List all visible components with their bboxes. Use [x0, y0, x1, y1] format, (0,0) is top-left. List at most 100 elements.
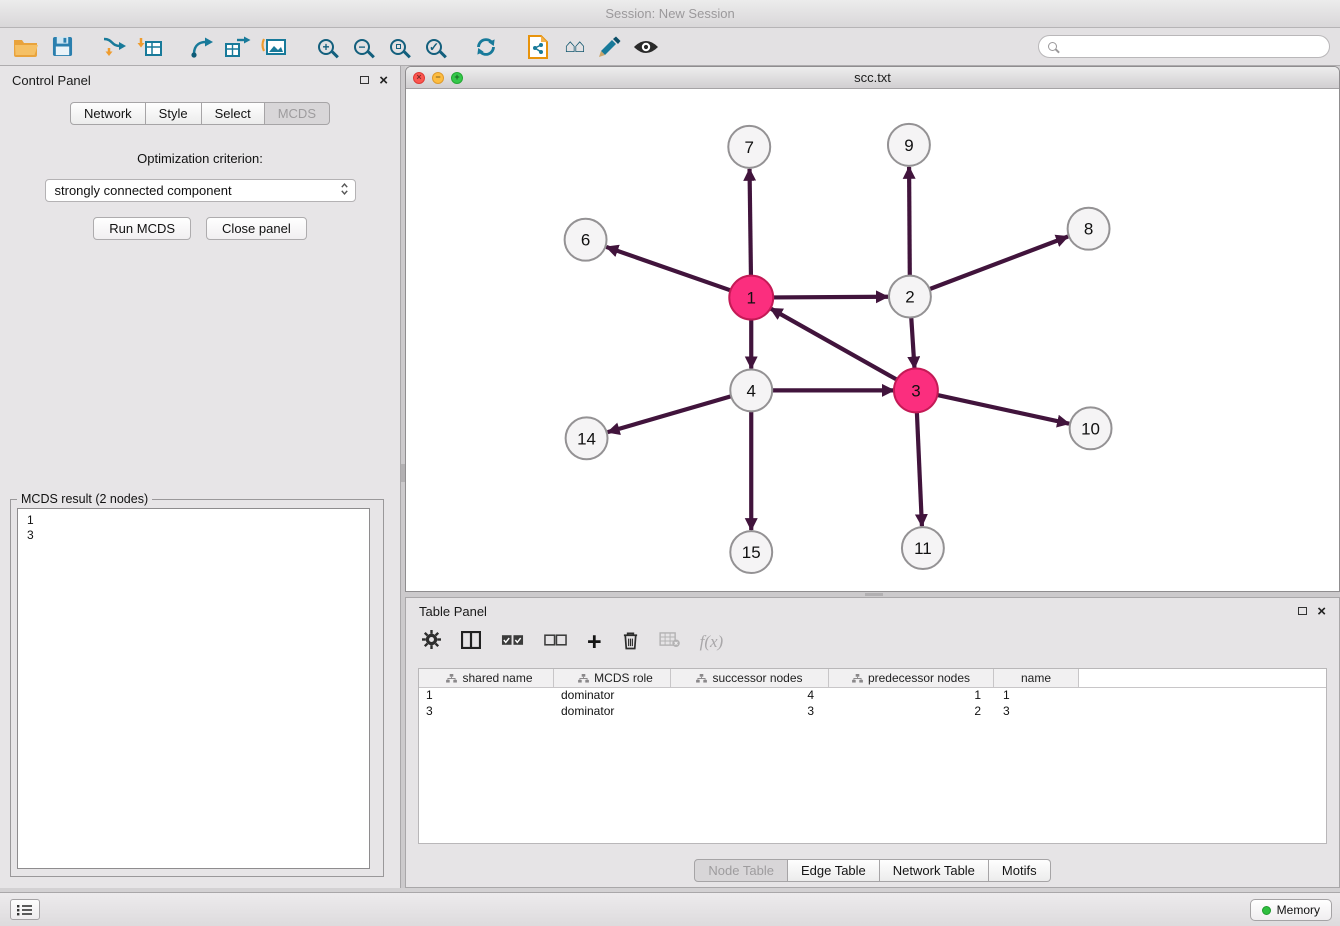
splitter-grip[interactable]	[865, 593, 883, 596]
task-history-button[interactable]	[10, 899, 40, 920]
zoom-fit-icon[interactable]	[380, 31, 416, 63]
cell-predecessor-nodes[interactable]: 2	[829, 704, 994, 720]
edge-1-6[interactable]	[606, 247, 731, 291]
cell-predecessor-nodes[interactable]: 1	[829, 688, 994, 704]
cell-shared-name[interactable]: 3	[419, 704, 554, 720]
zoom-out-icon[interactable]: −	[344, 31, 380, 63]
criterion-select[interactable]: strongly connected component	[45, 179, 356, 202]
cell-shared-name[interactable]: 1	[419, 688, 554, 704]
edge-3-11[interactable]	[917, 411, 922, 526]
table-row[interactable]: 3 dominator 3 2 3	[419, 704, 1326, 720]
column-header-name[interactable]: name	[994, 669, 1079, 687]
column-header-shared-name[interactable]: shared name	[419, 669, 554, 687]
cell-name[interactable]: 1	[994, 688, 1079, 704]
export-table-icon[interactable]	[220, 31, 256, 63]
cell-mcds-role[interactable]: dominator	[554, 704, 671, 720]
graph-node-2[interactable]: 2	[889, 276, 931, 318]
open-session-document-icon[interactable]	[520, 31, 556, 63]
node-label: 4	[747, 381, 756, 400]
tab-motifs[interactable]: Motifs	[989, 859, 1051, 882]
table-row[interactable]: 1 dominator 4 1 1	[419, 688, 1326, 704]
edge-2-9[interactable]	[909, 167, 910, 276]
node-label: 9	[904, 136, 913, 155]
cell-successor-nodes[interactable]: 4	[671, 688, 829, 704]
list-icon	[17, 904, 33, 916]
delete-column-trash-icon[interactable]	[622, 630, 639, 655]
graph-node-15[interactable]: 15	[730, 531, 772, 573]
column-tree-icon	[446, 674, 457, 683]
close-mcds-panel-button[interactable]: Close panel	[206, 217, 307, 240]
zoom-selected-icon[interactable]: ✓	[416, 31, 452, 63]
zoom-in-icon[interactable]: +	[308, 31, 344, 63]
home-layout-icon[interactable]: ⌂⌂	[556, 31, 592, 63]
graph-node-14[interactable]: 14	[566, 417, 608, 459]
export-network-icon[interactable]	[184, 31, 220, 63]
tab-mcds[interactable]: MCDS	[265, 102, 330, 125]
edge-3-10[interactable]	[936, 395, 1069, 424]
graph-node-3[interactable]: 3	[894, 368, 938, 412]
graph-node-9[interactable]: 9	[888, 124, 930, 166]
show-hide-eye-icon[interactable]	[628, 31, 664, 63]
edge-1-7[interactable]	[750, 169, 751, 277]
application-window: Session: New Session + − ✓	[0, 0, 1340, 926]
tab-select[interactable]: Select	[202, 102, 265, 125]
export-image-icon[interactable]	[256, 31, 292, 63]
cell-name[interactable]: 3	[994, 704, 1079, 720]
node-label: 7	[745, 138, 754, 157]
graph-node-10[interactable]: 10	[1070, 407, 1112, 449]
graph-node-7[interactable]: 7	[728, 126, 770, 168]
graph-node-11[interactable]: 11	[902, 527, 944, 569]
table-settings-gear-icon[interactable]	[422, 630, 441, 654]
status-bar: Memory	[0, 892, 1340, 926]
import-network-icon[interactable]	[96, 31, 132, 63]
tab-node-table[interactable]: Node Table	[694, 859, 788, 882]
float-table-panel-icon[interactable]	[1298, 607, 1307, 615]
deselect-all-columns-icon[interactable]	[544, 633, 567, 651]
column-header-mcds-role[interactable]: MCDS role	[554, 669, 671, 687]
column-header-predecessor-nodes[interactable]: predecessor nodes	[829, 669, 994, 687]
tab-network[interactable]: Network	[70, 102, 146, 125]
save-session-icon[interactable]	[44, 31, 80, 63]
node-label: 10	[1081, 419, 1100, 438]
open-folder-icon[interactable]	[8, 31, 44, 63]
optimization-criterion-label: Optimization criterion:	[0, 151, 400, 166]
edge-1-2[interactable]	[772, 297, 888, 298]
tab-edge-table[interactable]: Edge Table	[788, 859, 880, 882]
run-mcds-button[interactable]: Run MCDS	[93, 217, 191, 240]
close-panel-icon[interactable]: ×	[379, 73, 388, 88]
import-table-icon[interactable]	[132, 31, 168, 63]
refresh-view-icon[interactable]	[468, 31, 504, 63]
select-all-columns-icon[interactable]	[501, 633, 524, 651]
cell-mcds-role[interactable]: dominator	[554, 688, 671, 704]
search-input[interactable]	[1061, 37, 1329, 56]
create-column-plus-icon[interactable]: +	[587, 630, 602, 655]
tab-network-table[interactable]: Network Table	[880, 859, 989, 882]
graph-node-6[interactable]: 6	[565, 219, 607, 261]
app-titlebar[interactable]: Session: New Session	[0, 0, 1340, 28]
mcds-result-box: MCDS result (2 nodes) 1 3	[10, 499, 384, 877]
network-window-title: scc.txt	[406, 70, 1339, 85]
graph-node-1[interactable]: 1	[729, 276, 773, 320]
column-header-successor-nodes[interactable]: successor nodes	[671, 669, 829, 687]
show-columns-icon[interactable]	[461, 631, 481, 654]
close-table-panel-icon[interactable]: ×	[1317, 604, 1326, 619]
edge-3-1[interactable]	[770, 308, 897, 380]
edge-2-8[interactable]	[930, 237, 1069, 290]
function-builder-icon: f(x)	[700, 632, 724, 652]
network-graph[interactable]: 1 2 3 4 6 7 8 9 10 11 14 15	[406, 89, 1339, 591]
graph-node-4[interactable]: 4	[730, 369, 772, 411]
cell-successor-nodes[interactable]: 3	[671, 704, 829, 720]
mcds-result-list[interactable]: 1 3	[17, 508, 370, 869]
apply-style-brush-icon[interactable]	[592, 31, 628, 63]
memory-button[interactable]: Memory	[1250, 899, 1332, 921]
search-box[interactable]	[1038, 35, 1330, 58]
graph-node-8[interactable]: 8	[1068, 208, 1110, 250]
edge-4-14[interactable]	[608, 396, 731, 432]
edge-2-3[interactable]	[911, 318, 914, 369]
tab-style[interactable]: Style	[146, 102, 202, 125]
node-label: 15	[742, 543, 761, 562]
network-canvas[interactable]: 1 2 3 4 6 7 8 9 10 11 14 15	[406, 89, 1339, 591]
float-panel-icon[interactable]	[360, 76, 369, 84]
table-toolbar: + f(x)	[406, 624, 1339, 660]
network-window-titlebar[interactable]: scc.txt	[406, 67, 1339, 89]
